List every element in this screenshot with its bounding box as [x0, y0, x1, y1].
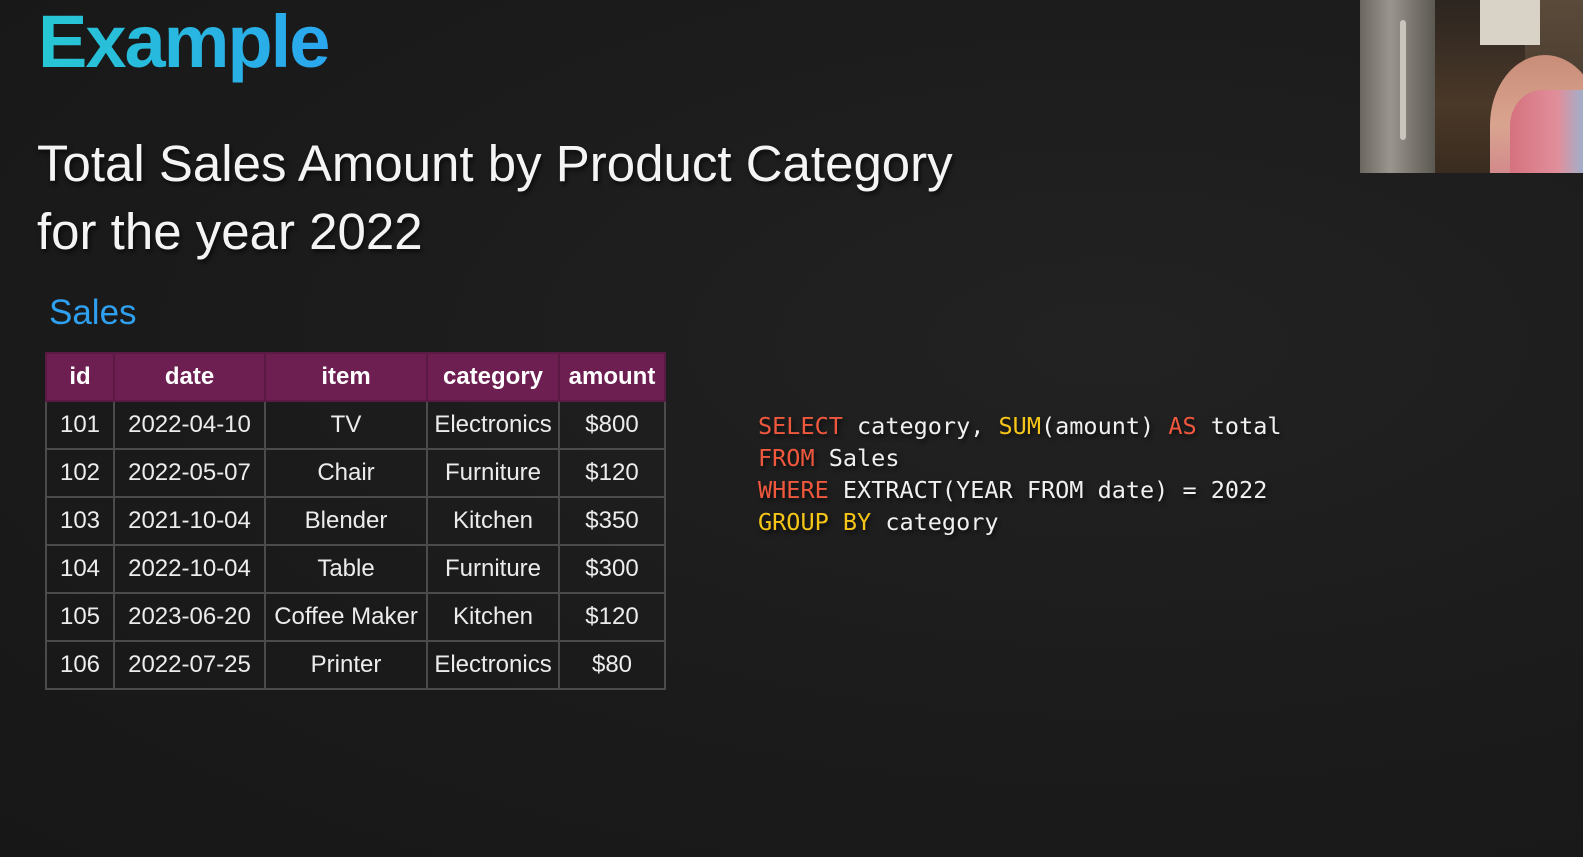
sql-line: SELECT category, SUM(amount) AS total	[758, 410, 1282, 442]
cell-item: Coffee Maker	[264, 592, 428, 642]
cell-date: 2022-07-25	[113, 640, 266, 690]
sql-function: SUM	[998, 412, 1041, 440]
slide-title: Example	[38, 0, 330, 88]
cell-amount: $300	[558, 544, 666, 594]
cell-id: 103	[45, 496, 115, 546]
table-row: 101 2022-04-10 TV Electronics $800	[45, 400, 666, 450]
slide-subtitle: Total Sales Amount by Product Category f…	[37, 130, 1137, 266]
sql-text: category,	[842, 412, 999, 440]
column-header-amount: amount	[558, 352, 666, 402]
fridge-handle	[1400, 20, 1406, 140]
subtitle-line-1: Total Sales Amount by Product Category	[37, 135, 953, 192]
table-row: 102 2022-05-07 Chair Furniture $120	[45, 448, 666, 498]
cell-date: 2022-05-07	[113, 448, 266, 498]
cell-amount: $800	[558, 400, 666, 450]
sql-line: GROUP BY category	[758, 506, 1282, 538]
webcam-background-window	[1480, 0, 1540, 45]
presenter-webcam-overlay	[1360, 0, 1583, 173]
sql-line: FROM Sales	[758, 442, 1282, 474]
cell-id: 102	[45, 448, 115, 498]
sales-table: id date item category amount 101 2022-04…	[45, 352, 666, 690]
sql-text: Sales	[814, 444, 900, 472]
cell-amount: $350	[558, 496, 666, 546]
cell-item: TV	[264, 400, 428, 450]
column-header-date: date	[113, 352, 266, 402]
sql-text: EXTRACT(YEAR FROM date) = 2022	[828, 476, 1268, 504]
table-row: 103 2021-10-04 Blender Kitchen $350	[45, 496, 666, 546]
cell-category: Furniture	[426, 544, 560, 594]
cell-category: Kitchen	[426, 496, 560, 546]
cell-category: Kitchen	[426, 592, 560, 642]
table-row: 106 2022-07-25 Printer Electronics $80	[45, 640, 666, 690]
cell-date: 2021-10-04	[113, 496, 266, 546]
cell-item: Table	[264, 544, 428, 594]
table-caption: Sales	[49, 293, 137, 332]
cell-category: Electronics	[426, 640, 560, 690]
cell-item: Printer	[264, 640, 428, 690]
cell-date: 2022-10-04	[113, 544, 266, 594]
table-header-row: id date item category amount	[45, 352, 666, 402]
cell-amount: $120	[558, 448, 666, 498]
webcam-background-fridge	[1360, 0, 1435, 173]
sql-keyword: AS	[1168, 412, 1197, 440]
table-row: 105 2023-06-20 Coffee Maker Kitchen $120	[45, 592, 666, 642]
cell-item: Blender	[264, 496, 428, 546]
presenter-shirt	[1510, 90, 1583, 173]
cell-id: 101	[45, 400, 115, 450]
column-header-item: item	[264, 352, 428, 402]
cell-date: 2022-04-10	[113, 400, 266, 450]
table-row: 104 2022-10-04 Table Furniture $300	[45, 544, 666, 594]
sql-keyword: WHERE	[758, 476, 829, 504]
cell-date: 2023-06-20	[113, 592, 266, 642]
cell-category: Electronics	[426, 400, 560, 450]
cell-id: 106	[45, 640, 115, 690]
sql-line: WHERE EXTRACT(YEAR FROM date) = 2022	[758, 474, 1282, 506]
cell-category: Furniture	[426, 448, 560, 498]
cell-amount: $120	[558, 592, 666, 642]
cell-item: Chair	[264, 448, 428, 498]
sql-code-block: SELECT category, SUM(amount) AS total FR…	[758, 410, 1282, 538]
sql-text: category	[871, 508, 999, 536]
cell-amount: $80	[558, 640, 666, 690]
sql-keyword: GROUP BY	[758, 508, 872, 536]
sql-keyword: FROM	[758, 444, 815, 472]
column-header-category: category	[426, 352, 560, 402]
column-header-id: id	[45, 352, 115, 402]
sql-text: total	[1196, 412, 1282, 440]
sql-keyword: SELECT	[758, 412, 843, 440]
subtitle-line-2: for the year 2022	[37, 203, 423, 260]
cell-id: 105	[45, 592, 115, 642]
sql-text: (amount)	[1040, 412, 1169, 440]
cell-id: 104	[45, 544, 115, 594]
